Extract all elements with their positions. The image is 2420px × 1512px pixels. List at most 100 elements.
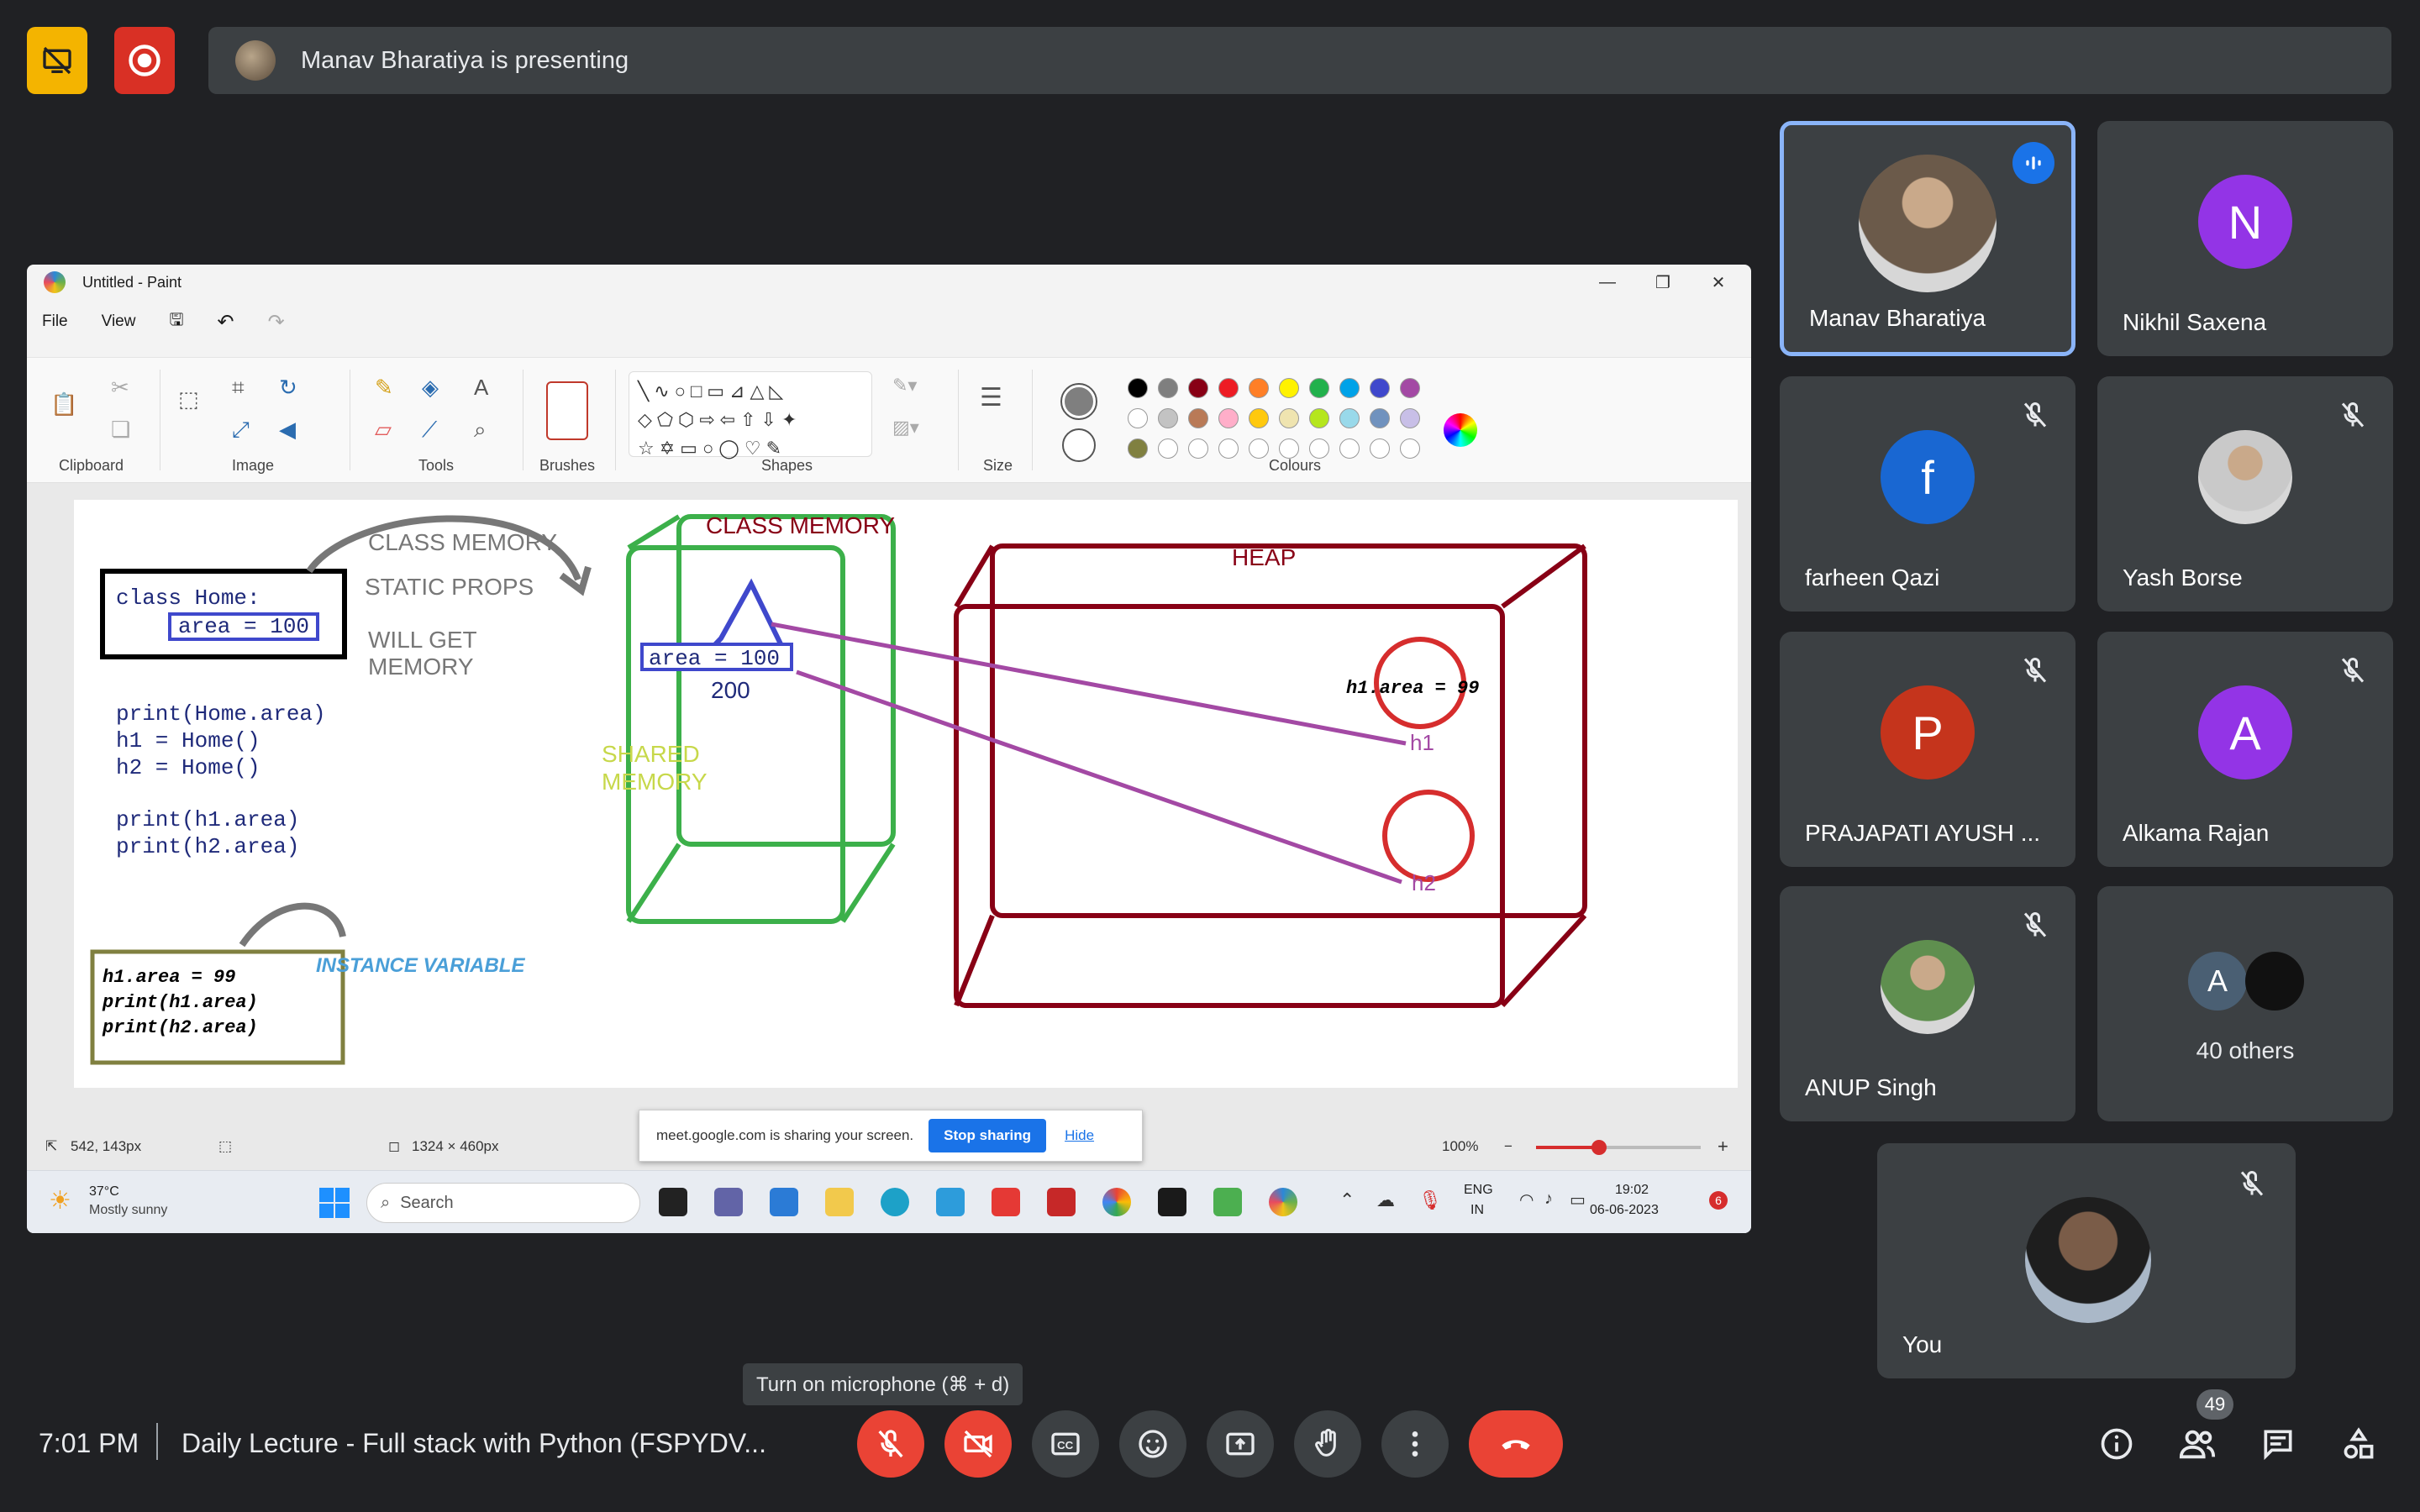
palette-swatch[interactable] bbox=[1128, 378, 1148, 398]
palette-swatch[interactable] bbox=[1158, 378, 1178, 398]
chrome-icon[interactable] bbox=[1102, 1188, 1131, 1216]
undo-icon[interactable]: ↶ bbox=[218, 310, 234, 334]
clock-date[interactable]: 06-06-2023 bbox=[1590, 1203, 1659, 1218]
outline-icon[interactable]: ✎▾ bbox=[892, 375, 917, 396]
brush-icon[interactable] bbox=[546, 381, 588, 440]
app-l-icon[interactable] bbox=[936, 1188, 965, 1216]
task-view-icon[interactable] bbox=[659, 1188, 687, 1216]
participant-tile[interactable]: N Nikhil Saxena bbox=[2097, 121, 2393, 356]
mic-tray-icon[interactable]: 🎙 bbox=[1418, 1189, 1442, 1211]
meeting-info-button[interactable] bbox=[2096, 1423, 2138, 1465]
teams-icon[interactable] bbox=[714, 1188, 743, 1216]
palette-swatch[interactable] bbox=[1218, 438, 1239, 459]
captions-button[interactable]: CC bbox=[1032, 1410, 1099, 1478]
palette-swatch[interactable] bbox=[1128, 438, 1148, 459]
volume-icon[interactable]: ♪ bbox=[1544, 1189, 1553, 1209]
camera-toggle-button[interactable] bbox=[944, 1410, 1012, 1478]
cut-icon[interactable]: ✂ bbox=[111, 375, 129, 401]
leave-call-button[interactable] bbox=[1469, 1410, 1563, 1478]
zoom-slider[interactable] bbox=[1536, 1140, 1701, 1155]
more-options-button[interactable] bbox=[1381, 1410, 1449, 1478]
participant-tile[interactable]: Manav Bharatiya bbox=[1780, 121, 2075, 356]
select-icon[interactable]: ⬚ bbox=[178, 386, 199, 412]
menu-view[interactable]: View bbox=[102, 312, 136, 331]
edge-icon[interactable] bbox=[881, 1188, 909, 1216]
presentation-layout-button[interactable] bbox=[27, 27, 87, 94]
menu-file[interactable]: File bbox=[42, 312, 68, 331]
palette-swatch[interactable] bbox=[1339, 438, 1360, 459]
minimize-icon[interactable]: — bbox=[1580, 265, 1635, 300]
palette-swatch[interactable] bbox=[1158, 438, 1178, 459]
store-icon[interactable] bbox=[770, 1188, 798, 1216]
palette-swatch[interactable] bbox=[1279, 408, 1299, 428]
eraser-icon[interactable]: ▱ bbox=[375, 417, 392, 443]
battery-icon[interactable]: ▭ bbox=[1570, 1189, 1586, 1210]
mcafee-icon[interactable] bbox=[1047, 1188, 1076, 1216]
participant-tile[interactable]: Yash Borse bbox=[2097, 376, 2393, 612]
participant-tile[interactable]: ANUP Singh bbox=[1780, 886, 2075, 1121]
clock-time[interactable]: 19:02 bbox=[1615, 1183, 1649, 1198]
magnifier-icon[interactable]: ⌕ bbox=[474, 417, 487, 444]
recording-button[interactable] bbox=[114, 27, 175, 94]
palette-swatch[interactable] bbox=[1218, 408, 1239, 428]
palette-swatch[interactable] bbox=[1400, 438, 1420, 459]
participant-tile[interactable]: P PRAJAPATI AYUSH ... bbox=[1780, 632, 2075, 867]
pycharm-icon[interactable] bbox=[1158, 1188, 1186, 1216]
notepad-icon[interactable] bbox=[1213, 1188, 1242, 1216]
shapes-gallery[interactable]: ╲∿○□▭⊿△◺ ◇⬠⬡⇨⇦⇧⇩✦ ☆✡▭○◯♡✎ bbox=[629, 371, 872, 459]
edit-colours-icon[interactable] bbox=[1444, 413, 1477, 447]
rotate-icon[interactable]: ↻ bbox=[279, 375, 297, 401]
mic-toggle-button[interactable] bbox=[857, 1410, 924, 1478]
colour-2-swatch[interactable] bbox=[1062, 428, 1096, 462]
text-icon[interactable]: A bbox=[474, 375, 488, 401]
palette-swatch[interactable] bbox=[1279, 378, 1299, 398]
color-picker-icon[interactable]: ⟋ bbox=[422, 417, 437, 444]
others-tile[interactable]: A 40 others bbox=[2097, 886, 2393, 1121]
palette-swatch[interactable] bbox=[1188, 408, 1208, 428]
paint-taskbar-icon[interactable] bbox=[1269, 1188, 1297, 1216]
palette-swatch[interactable] bbox=[1249, 408, 1269, 428]
palette-swatch[interactable] bbox=[1249, 438, 1269, 459]
chat-button[interactable] bbox=[2257, 1423, 2299, 1465]
redo-icon[interactable]: ↷ bbox=[268, 310, 285, 334]
notification-badge[interactable]: 6 bbox=[1709, 1191, 1728, 1210]
wifi-icon[interactable]: ◠ bbox=[1519, 1189, 1534, 1210]
palette-swatch[interactable] bbox=[1249, 378, 1269, 398]
close-icon[interactable]: ✕ bbox=[1691, 265, 1746, 300]
palette-swatch[interactable] bbox=[1188, 438, 1208, 459]
zoom-out-icon[interactable]: − bbox=[1504, 1138, 1512, 1155]
drawing-canvas[interactable]: class Home: area = 100 CLASS MEMORY STAT… bbox=[74, 500, 1738, 1088]
crop-icon[interactable]: ⌗ bbox=[232, 375, 245, 402]
palette-swatch[interactable] bbox=[1339, 408, 1360, 428]
reactions-button[interactable] bbox=[1119, 1410, 1186, 1478]
people-button[interactable] bbox=[2176, 1423, 2218, 1465]
fill-shape-icon[interactable]: ▨▾ bbox=[892, 417, 919, 438]
region[interactable]: IN bbox=[1470, 1203, 1484, 1218]
palette-swatch[interactable] bbox=[1218, 378, 1239, 398]
palette-swatch[interactable] bbox=[1370, 408, 1390, 428]
present-button[interactable] bbox=[1207, 1410, 1274, 1478]
palette-swatch[interactable] bbox=[1158, 408, 1178, 428]
colour-1-swatch[interactable] bbox=[1060, 383, 1097, 420]
flip-icon[interactable]: ◀ bbox=[279, 417, 296, 443]
size-icon[interactable]: ☰ bbox=[980, 383, 1002, 412]
palette-swatch[interactable] bbox=[1400, 378, 1420, 398]
save-icon[interactable]: 🖫 bbox=[169, 307, 183, 336]
palette-swatch[interactable] bbox=[1400, 408, 1420, 428]
raise-hand-button[interactable] bbox=[1294, 1410, 1361, 1478]
cloud-icon[interactable]: ☁ bbox=[1376, 1189, 1395, 1211]
palette-swatch[interactable] bbox=[1309, 438, 1329, 459]
taskbar-search[interactable]: ⌕ Search bbox=[366, 1183, 640, 1223]
activities-button[interactable] bbox=[2338, 1423, 2380, 1465]
resize-icon[interactable]: ⤢ bbox=[232, 417, 250, 444]
zoom-in-icon[interactable]: + bbox=[1718, 1136, 1728, 1158]
file-explorer-icon[interactable] bbox=[825, 1188, 854, 1216]
fill-icon[interactable]: ◈ bbox=[422, 375, 439, 401]
restore-icon[interactable]: ❐ bbox=[1635, 265, 1691, 300]
language[interactable]: ENG bbox=[1464, 1183, 1493, 1198]
palette-swatch[interactable] bbox=[1370, 438, 1390, 459]
pencil-icon[interactable]: ✎ bbox=[375, 375, 393, 401]
palette-swatch[interactable] bbox=[1128, 408, 1148, 428]
palette-swatch[interactable] bbox=[1279, 438, 1299, 459]
participant-tile[interactable]: A Alkama Rajan bbox=[2097, 632, 2393, 867]
